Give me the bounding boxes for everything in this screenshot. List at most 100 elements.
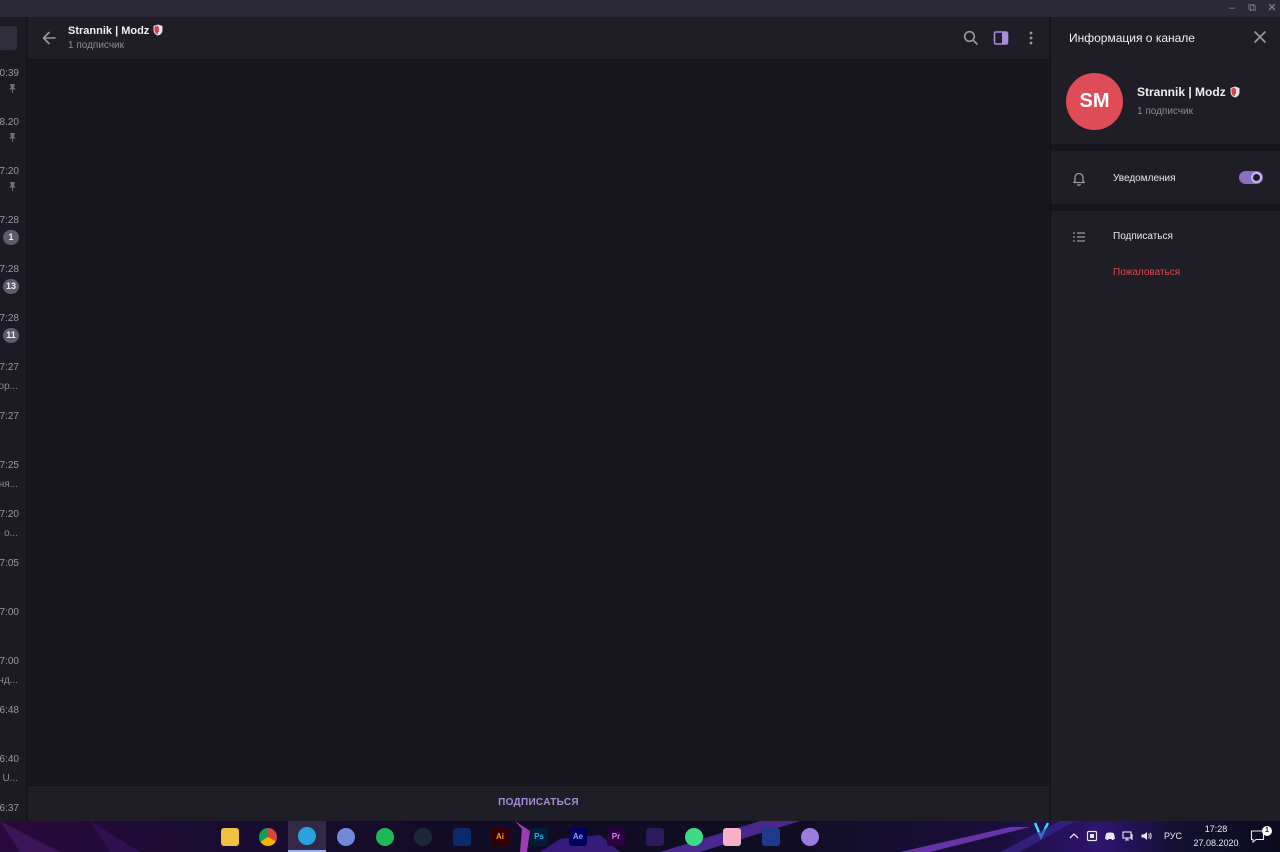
taskbar-photoshop[interactable]: Ps — [520, 821, 558, 852]
chat-subtitle: 1 подписчик — [68, 40, 124, 51]
notifications-toggle[interactable] — [1239, 171, 1263, 184]
subscribe-button[interactable]: ПОДПИСАТЬСЯ — [498, 797, 579, 808]
section-divider — [1051, 204, 1280, 211]
chat-header: Strannik | Modz 1 подписчик — [28, 17, 1049, 60]
chat-item-time: 7:20 — [0, 166, 19, 177]
taskbar-visual-studio[interactable] — [752, 821, 790, 852]
windows-taskbar: Ai Ps Ae Pr РУС 17:28 27.08.2020 1 — [0, 821, 1280, 852]
taskbar-discord[interactable] — [327, 821, 365, 852]
chrome-icon — [259, 827, 277, 846]
close-icon[interactable] — [1253, 30, 1267, 44]
chat-list: 0:39 8.20 7:20 7:28 1 7:28 13 7:28 11 7:27 ор... 7:… — [0, 17, 27, 821]
pin-icon — [9, 182, 16, 191]
list-icon — [1073, 232, 1085, 242]
taskbar-app-blue[interactable] — [443, 821, 481, 852]
chat-list-item[interactable]: 6:37 — [0, 803, 26, 821]
notification-count-badge: 1 — [1262, 826, 1272, 836]
chat-list-item[interactable]: 7:28 1 — [0, 215, 26, 264]
close-window-button[interactable]: ✕ — [1262, 0, 1280, 17]
chat-item-time: 8.20 — [0, 117, 19, 128]
anime-char-icon — [723, 827, 741, 846]
chat-list-item[interactable]: 7:20 — [0, 166, 26, 215]
taskbar-app-cat[interactable] — [791, 821, 829, 852]
language-indicator[interactable]: РУС — [1164, 831, 1182, 841]
taskbar-premiere[interactable]: Pr — [597, 821, 635, 852]
file-explorer-icon — [221, 827, 239, 846]
channel-subscribers: 1 подписчик — [1137, 106, 1193, 117]
pin-icon — [9, 133, 16, 142]
report-link[interactable]: Пожаловаться — [1113, 267, 1180, 278]
premiere-icon: Pr — [607, 827, 625, 846]
minimize-button[interactable]: – — [1222, 0, 1242, 17]
chat-title-text: Strannik | Modz — [68, 25, 150, 37]
taskbar-telegram[interactable] — [288, 821, 326, 852]
spotify-icon — [376, 827, 394, 846]
taskbar-anime-char[interactable] — [713, 821, 751, 852]
chat-item-time: 6:48 — [0, 705, 19, 716]
back-arrow-icon[interactable] — [40, 29, 58, 47]
app-purple-icon — [646, 827, 664, 846]
chat-list-item[interactable]: 7:27 ор... — [0, 362, 26, 411]
chat-item-time: 7:28 — [0, 215, 19, 226]
channel-name: Strannik | Modz — [1137, 85, 1240, 99]
chat-list-item[interactable]: 7:25 ня... — [0, 460, 26, 509]
chat-list-item[interactable]: 7:00 — [0, 607, 26, 656]
chat-item-time: 7:05 — [0, 558, 19, 569]
chat-item-time: 7:28 — [0, 264, 19, 275]
more-vertical-icon[interactable] — [1022, 29, 1040, 47]
taskbar-file-explorer[interactable] — [211, 821, 249, 852]
chat-list-item[interactable]: 6:48 — [0, 705, 26, 754]
chat-list-item[interactable]: 7:00 нд... — [0, 656, 26, 705]
sidebar-toggle-icon[interactable] — [992, 29, 1010, 47]
chat-list-item[interactable]: 7:28 11 — [0, 313, 26, 362]
search-icon[interactable] — [962, 29, 980, 47]
chat-list-item[interactable]: 8.20 — [0, 117, 26, 166]
clock-time[interactable]: 17:28 — [1191, 824, 1241, 834]
taskbar-steam[interactable] — [404, 821, 442, 852]
taskbar-after-effects[interactable]: Ae — [559, 821, 597, 852]
taskbar-illustrator[interactable]: Ai — [481, 821, 519, 852]
chat-item-time: 7:00 — [0, 607, 19, 618]
chat-item-time: 7:27 — [0, 362, 19, 373]
channel-avatar[interactable]: SM — [1066, 73, 1123, 130]
app-cat-icon — [801, 827, 819, 846]
chevron-up-icon[interactable] — [1068, 830, 1080, 842]
taskbar-maps-pin[interactable] — [675, 821, 713, 852]
chat-item-time: 7:27 — [0, 411, 19, 422]
chat-item-time: 7:25 — [0, 460, 19, 471]
chat-list-item[interactable]: 7:28 13 — [0, 264, 26, 313]
subscribe-link[interactable]: Подписаться — [1113, 231, 1173, 242]
taskbar-chrome[interactable] — [249, 821, 287, 852]
tray-app-icon[interactable] — [1086, 830, 1098, 842]
chat-list-item[interactable]: 7:20 о... — [0, 509, 26, 558]
taskbar-spotify[interactable] — [366, 821, 404, 852]
chat-list-item[interactable]: 7:05 — [0, 558, 26, 607]
visual-studio-icon — [762, 827, 780, 846]
chat-item-preview: нд... — [0, 675, 18, 686]
chat-item-time: 6:40 — [0, 754, 19, 765]
section-divider — [1051, 144, 1280, 151]
speaker-icon[interactable] — [1140, 830, 1152, 842]
chat-list-item[interactable]: 6:40 U... — [0, 754, 26, 803]
network-icon[interactable] — [1122, 830, 1134, 842]
after-effects-icon: Ae — [569, 827, 587, 846]
illustrator-icon: Ai — [491, 827, 509, 846]
taskbar-app-purple[interactable] — [636, 821, 674, 852]
window-titlebar: – ⧉ ✕ — [0, 0, 1280, 17]
chat-title[interactable]: Strannik | Modz — [68, 24, 163, 37]
chat-item-time: 0:39 — [0, 68, 19, 79]
chat-list-item[interactable]: 0:39 — [0, 68, 26, 117]
discord-tray-icon[interactable] — [1104, 830, 1116, 842]
chat-item-preview: о... — [4, 528, 18, 539]
notifications-label: Уведомления — [1113, 173, 1176, 184]
chat-item-preview: U... — [2, 773, 18, 784]
chat-search-input[interactable] — [0, 26, 17, 50]
photoshop-icon: Ps — [530, 827, 548, 846]
info-panel-title: Информация о канале — [1069, 31, 1195, 45]
maximize-button[interactable]: ⧉ — [1242, 0, 1262, 17]
pin-icon — [9, 84, 16, 93]
discord-icon — [337, 827, 355, 846]
chat-list-item[interactable]: 7:27 — [0, 411, 26, 460]
clock-date[interactable]: 27.08.2020 — [1186, 838, 1246, 848]
shield-emoji-icon — [1230, 86, 1240, 98]
